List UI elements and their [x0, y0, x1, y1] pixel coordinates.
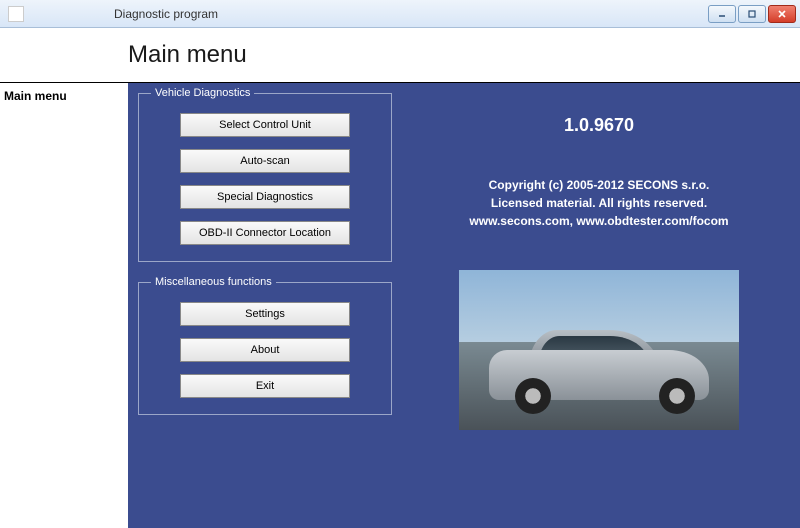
copyright-line: www.secons.com, www.obdtester.com/focom — [408, 212, 790, 230]
misc-functions-group: Miscellaneous functions Settings About E… — [138, 276, 392, 415]
sidebar: Main menu — [0, 83, 128, 528]
titlebar: Diagnostic program — [0, 0, 800, 28]
close-button[interactable] — [768, 5, 796, 23]
maximize-button[interactable] — [738, 5, 766, 23]
header: Main menu — [0, 28, 800, 83]
exit-button[interactable]: Exit — [180, 374, 350, 398]
sidebar-item-main-menu[interactable]: Main menu — [0, 87, 128, 105]
obd-connector-location-button[interactable]: OBD-II Connector Location — [180, 221, 350, 245]
version-label: 1.0.9670 — [408, 115, 790, 136]
copyright-block: Copyright (c) 2005-2012 SECONS s.r.o. Li… — [408, 176, 790, 230]
close-icon — [777, 9, 787, 19]
special-diagnostics-button[interactable]: Special Diagnostics — [180, 185, 350, 209]
maximize-icon — [747, 9, 757, 19]
vehicle-image — [459, 270, 739, 430]
right-column: 1.0.9670 Copyright (c) 2005-2012 SECONS … — [408, 87, 790, 518]
copyright-line: Copyright (c) 2005-2012 SECONS s.r.o. — [408, 176, 790, 194]
minimize-icon — [717, 9, 727, 19]
page-title: Main menu — [128, 41, 247, 69]
auto-scan-button[interactable]: Auto-scan — [180, 149, 350, 173]
vehicle-diagnostics-group: Vehicle Diagnostics Select Control Unit … — [138, 87, 392, 262]
app-icon — [8, 6, 24, 22]
misc-functions-legend: Miscellaneous functions — [151, 276, 276, 288]
vehicle-diagnostics-legend: Vehicle Diagnostics — [151, 87, 254, 99]
settings-button[interactable]: Settings — [180, 302, 350, 326]
about-button[interactable]: About — [180, 338, 350, 362]
minimize-button[interactable] — [708, 5, 736, 23]
content: Main menu Vehicle Diagnostics Select Con… — [0, 83, 800, 528]
window-title: Diagnostic program — [114, 7, 708, 21]
main-panel: Vehicle Diagnostics Select Control Unit … — [128, 83, 800, 528]
left-column: Vehicle Diagnostics Select Control Unit … — [138, 87, 392, 518]
copyright-line: Licensed material. All rights reserved. — [408, 194, 790, 212]
window-controls — [708, 5, 796, 23]
select-control-unit-button[interactable]: Select Control Unit — [180, 113, 350, 137]
